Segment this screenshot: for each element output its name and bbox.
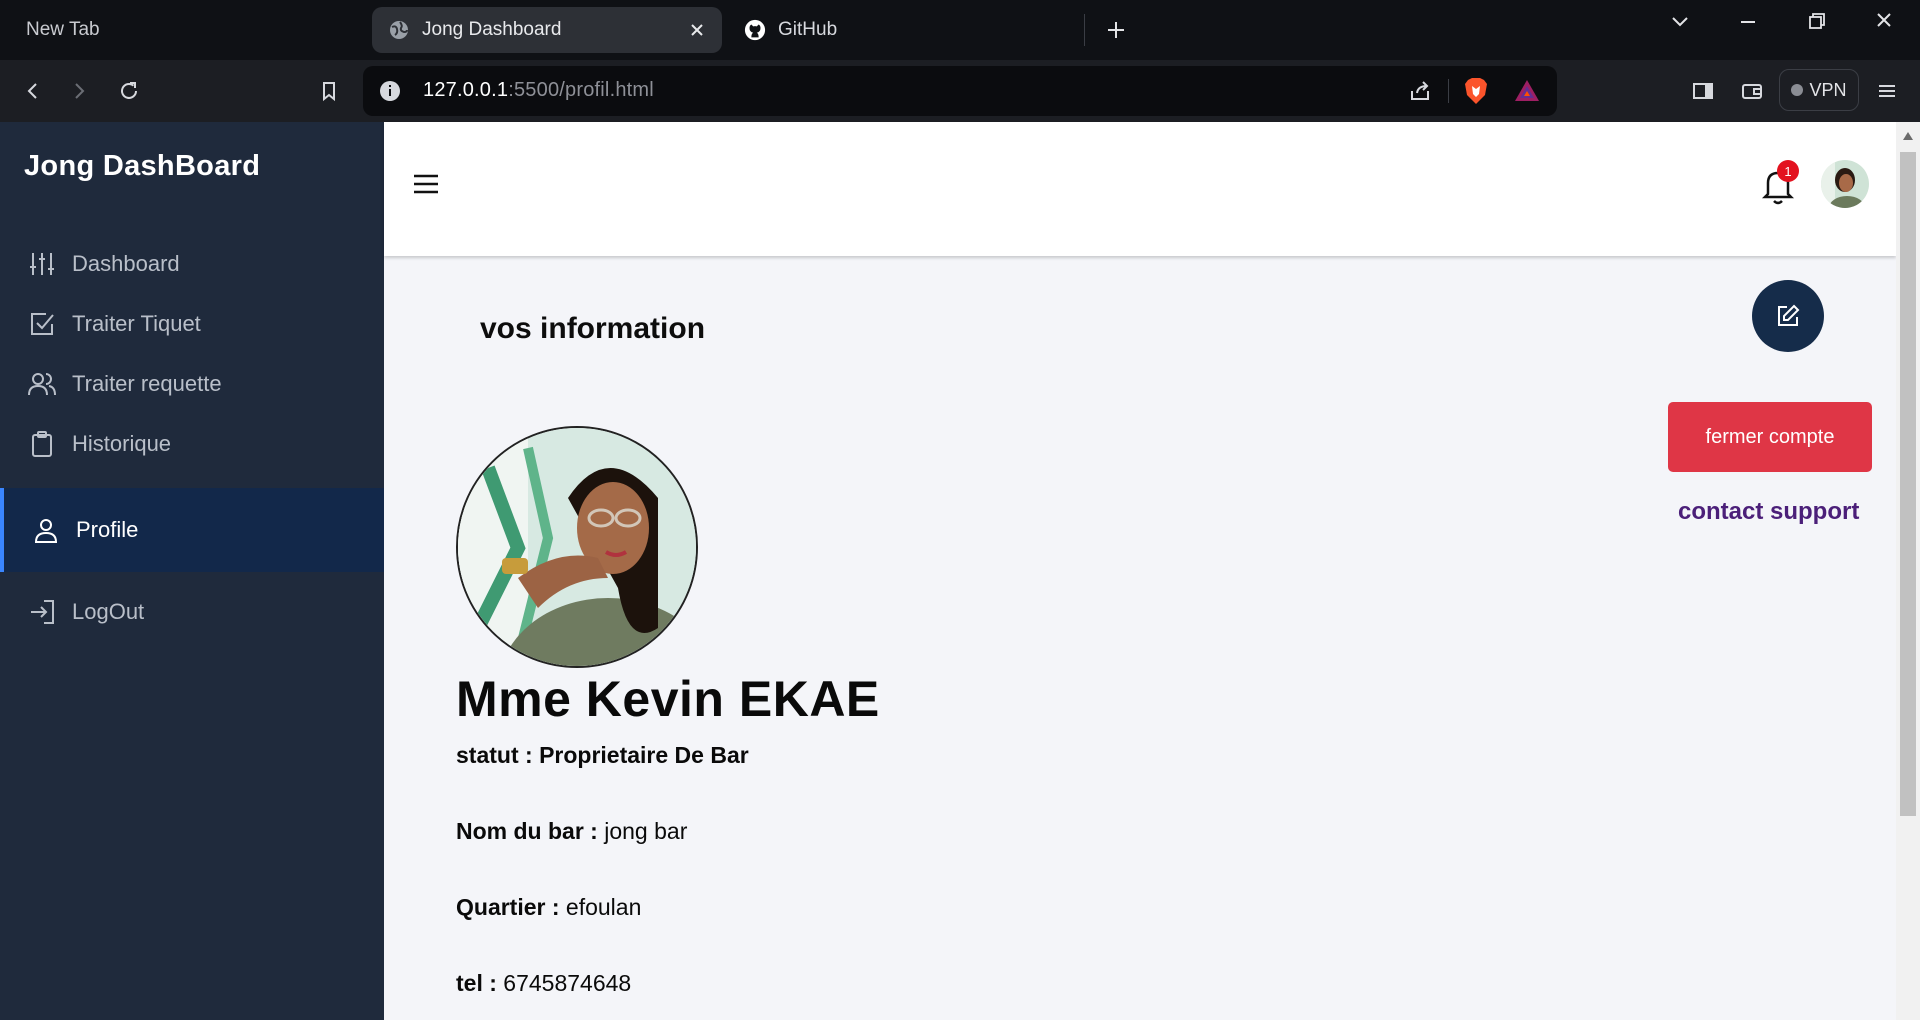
info-bar-name: Nom du bar : jong bar xyxy=(456,818,687,845)
scroll-up-arrow-icon[interactable] xyxy=(1902,128,1914,140)
address-bar[interactable]: 127.0.0.1:5500/profil.html xyxy=(363,66,1557,116)
edit-profile-button[interactable] xyxy=(1752,280,1824,352)
tab-label: GitHub xyxy=(778,19,838,40)
back-icon[interactable] xyxy=(18,76,48,106)
vpn-status-icon xyxy=(1791,84,1804,96)
tab-github[interactable]: GitHub xyxy=(730,7,1080,53)
vpn-label: VPN xyxy=(1809,79,1847,100)
tab-label: New Tab xyxy=(26,19,100,40)
rewards-triangle-icon[interactable] xyxy=(1513,77,1541,105)
brave-shield-icon[interactable] xyxy=(1463,77,1489,105)
notification-badge: 1 xyxy=(1777,160,1799,182)
sidebar-item-label: Profile xyxy=(76,517,139,542)
sidebar-item-label: Traiter Tiquet xyxy=(72,311,201,336)
browser-tab-bar: New Tab Jong Dashboard GitHub xyxy=(0,0,1920,60)
hamburger-menu-icon[interactable] xyxy=(408,166,444,202)
close-account-button[interactable]: fermer compte xyxy=(1668,402,1872,472)
browser-toolbar: 127.0.0.1:5500/profil.html VPN xyxy=(0,60,1920,122)
restore-icon[interactable] xyxy=(1796,8,1836,36)
profile-name: Mme Kevin EKAE xyxy=(456,671,880,727)
quartier-value: efoulan xyxy=(565,894,642,920)
info-quartier: Quartier : efoulan xyxy=(456,894,641,921)
tab-separator xyxy=(1084,14,1085,46)
new-tab-plus-icon[interactable] xyxy=(1100,14,1132,46)
tel-label: tel : xyxy=(456,970,504,996)
sidebar-item-label: Traiter requette xyxy=(72,371,222,396)
share-icon[interactable] xyxy=(1408,79,1432,103)
github-icon xyxy=(744,19,766,41)
info-tel: tel : 6745874648 xyxy=(456,970,631,997)
reload-icon[interactable] xyxy=(114,76,144,106)
logout-icon xyxy=(26,596,58,628)
sidebar-item-traiter-requette[interactable]: Traiter requette xyxy=(0,354,384,414)
sidebar-item-traiter-tiquet[interactable]: Traiter Tiquet xyxy=(0,294,384,354)
url-text[interactable]: 127.0.0.1:5500/profil.html xyxy=(423,79,654,102)
menu-icon[interactable] xyxy=(1872,76,1902,106)
page-scrollbar[interactable] xyxy=(1896,122,1920,1020)
bookmark-icon[interactable] xyxy=(314,76,344,106)
statut-value: Proprietaire De Bar xyxy=(539,742,749,768)
profile-photo xyxy=(456,426,698,668)
contact-support-link[interactable]: contact support xyxy=(1678,498,1859,526)
top-header: 1 xyxy=(384,122,1896,256)
info-statut: statut : Proprietaire De Bar xyxy=(456,742,749,769)
users-icon xyxy=(26,368,58,400)
tab-label: Jong Dashboard xyxy=(422,19,562,40)
sidebar-item-profile[interactable]: Profile xyxy=(0,488,384,572)
scrollbar-thumb[interactable] xyxy=(1900,152,1916,816)
tab-new-tab[interactable]: New Tab xyxy=(10,7,360,53)
brand-title: Jong DashBoard xyxy=(24,150,261,182)
section-title: vos information xyxy=(480,312,706,345)
quartier-label: Quartier : xyxy=(456,894,566,920)
bar-label: Nom du bar : xyxy=(456,818,605,844)
close-tab-icon[interactable] xyxy=(686,19,708,41)
edit-pencil-icon xyxy=(1778,304,1800,326)
sidebar-item-label: Historique xyxy=(72,431,172,456)
tab-search-chevron-icon[interactable] xyxy=(1660,8,1700,36)
statut-label: statut : xyxy=(456,742,540,768)
bar-value: jong bar xyxy=(604,818,688,844)
sidebar-item-dashboard[interactable]: Dashboard xyxy=(0,234,384,294)
page-content: Jong DashBoard Dashboard Traiter Tiquet … xyxy=(0,122,1920,1020)
tel-value: 6745874648 xyxy=(503,970,632,996)
sidebar-item-label: LogOut xyxy=(72,599,145,624)
sidebar: Jong DashBoard Dashboard Traiter Tiquet … xyxy=(0,122,384,1020)
tab-jong-dashboard[interactable]: Jong Dashboard xyxy=(372,7,722,53)
wallet-icon[interactable] xyxy=(1737,76,1767,106)
url-separator xyxy=(1448,79,1449,103)
vpn-button[interactable]: VPN xyxy=(1779,69,1859,111)
checkbox-icon xyxy=(26,308,58,340)
forward-icon[interactable] xyxy=(64,76,94,106)
sidebar-item-label: Dashboard xyxy=(72,251,180,276)
minimize-icon[interactable] xyxy=(1728,8,1768,36)
sidebar-item-historique[interactable]: Historique xyxy=(0,414,384,474)
clipboard-icon xyxy=(26,428,58,460)
globe-icon xyxy=(388,19,410,41)
sliders-icon xyxy=(26,248,58,280)
user-icon xyxy=(30,514,62,546)
sidebar-toggle-icon[interactable] xyxy=(1688,76,1718,106)
info-icon[interactable] xyxy=(379,80,401,102)
close-window-icon[interactable] xyxy=(1864,8,1904,36)
sidebar-item-logout[interactable]: LogOut xyxy=(0,582,384,642)
avatar[interactable] xyxy=(1821,160,1869,208)
